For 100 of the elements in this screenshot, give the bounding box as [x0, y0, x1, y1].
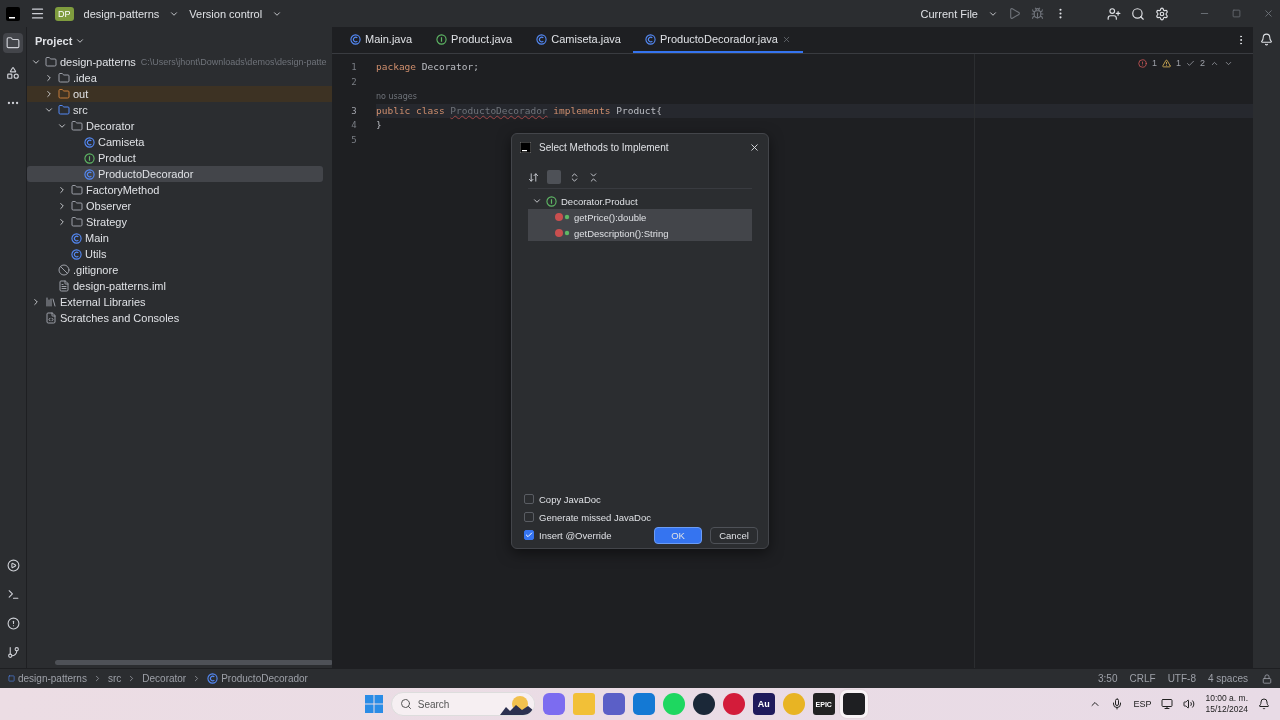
expand-all-icon[interactable] [569, 171, 580, 183]
cancel-button[interactable]: Cancel [710, 527, 758, 544]
menu-icon[interactable] [30, 6, 45, 21]
tree-item[interactable]: Scratches and Consoles [27, 310, 332, 326]
tree-item[interactable]: design-patterns C:\Users\jhont\Downloads\demos\design-patte [27, 54, 332, 70]
usage-hint: no usages [376, 92, 417, 101]
chevron-down-icon[interactable] [532, 196, 542, 206]
notifications-icon[interactable] [1258, 698, 1270, 710]
tree-item[interactable]: External Libraries [27, 294, 332, 310]
weak-warning-count[interactable]: 2 [1200, 58, 1205, 68]
debug-icon[interactable] [1031, 7, 1044, 20]
add-user-icon[interactable] [1107, 6, 1121, 21]
editor-tab[interactable]: Camiseta.java [524, 27, 633, 53]
status-item[interactable]: UTF-8 [1167, 673, 1196, 684]
tree-item[interactable]: Decorator.Product [528, 193, 752, 209]
tree-item[interactable]: Strategy [27, 214, 332, 230]
editor-tab[interactable]: Product.java [424, 27, 525, 53]
tree-item[interactable]: Camiseta [27, 134, 332, 150]
project-tool-icon[interactable] [3, 33, 23, 53]
tree-item[interactable]: Product [27, 150, 332, 166]
class-icon [536, 33, 548, 45]
notifications-icon[interactable] [1260, 33, 1273, 46]
taskbar-app[interactable] [692, 693, 715, 715]
interface-icon [436, 33, 448, 45]
tree-item-label: out [73, 88, 89, 100]
abstract-method-icon [554, 212, 570, 222]
method-item[interactable]: getPrice():double [528, 209, 752, 225]
volume-icon[interactable] [1183, 698, 1196, 710]
error-count[interactable]: 1 [1151, 58, 1157, 68]
toggle-button[interactable] [547, 170, 561, 184]
tree-item-label: design-patterns.iml [73, 280, 166, 292]
microphone-icon[interactable] [1111, 698, 1124, 710]
class-icon [84, 168, 95, 180]
check-icon [525, 531, 533, 539]
close-tab-icon[interactable] [781, 34, 791, 44]
code-line: } [376, 119, 382, 130]
tree-item[interactable]: FactoryMethod [27, 182, 332, 198]
breadcrumb[interactable]: ProductoDecorador [207, 673, 308, 684]
collapse-all-icon[interactable] [588, 171, 599, 183]
tree-item-label: .idea [73, 72, 97, 84]
method-item[interactable]: getDescription():String [528, 225, 752, 241]
tree-item[interactable]: .gitignore [27, 262, 332, 278]
run-config[interactable]: Current File [920, 7, 978, 20]
tree-item[interactable]: src [27, 102, 332, 118]
language-indicator[interactable]: ESP [1133, 699, 1152, 709]
taskbar-app[interactable]: Au [752, 693, 775, 715]
search-icon[interactable] [1131, 6, 1145, 21]
settings-icon[interactable] [1155, 6, 1169, 21]
warning-count[interactable]: 1 [1175, 58, 1181, 68]
start-icon[interactable] [364, 695, 383, 713]
check-icon [1186, 58, 1195, 68]
dialog-title: Select Methods to Implement [539, 141, 670, 153]
tree-item-label: Observer [86, 200, 132, 212]
tree-item-label: Product [98, 152, 136, 164]
tree-item-label: Strategy [86, 216, 127, 228]
checkbox-option[interactable]: Generate missed JavaDoc [524, 510, 651, 524]
scrollbar[interactable] [55, 660, 333, 665]
ok-button[interactable]: OK [654, 527, 702, 544]
sort-icon[interactable] [528, 171, 539, 183]
tree-item[interactable]: Utils [27, 246, 332, 262]
tree-item-label: FactoryMethod [86, 184, 160, 196]
clock[interactable]: 10:00 a. m. 15/12/2024 [1205, 693, 1248, 715]
tree-item[interactable]: Decorator [27, 118, 332, 134]
interface-icon [546, 195, 557, 207]
tree-item[interactable]: .idea [27, 70, 332, 86]
app-logo[interactable] [6, 6, 20, 21]
tree-item[interactable]: design-patterns.iml [27, 278, 332, 294]
search-field[interactable]: Search [390, 692, 535, 716]
scratch-icon [45, 312, 57, 324]
close-icon[interactable] [749, 141, 760, 153]
tree-item[interactable]: ProductoDecorador [27, 166, 323, 182]
tree-item-label: Main [85, 232, 109, 244]
line-number: 1 [350, 61, 358, 74]
tree-item[interactable]: out [27, 86, 332, 102]
lock-icon[interactable] [1262, 673, 1272, 684]
tree-item[interactable]: Observer [27, 198, 332, 214]
chevron-down-icon[interactable] [31, 57, 41, 67]
project-switcher[interactable]: design-patterns [83, 7, 160, 20]
ignore-file-icon [58, 264, 70, 276]
tree-item-label: .gitignore [73, 264, 119, 276]
checkbox-option[interactable]: Copy JavaDoc [524, 492, 601, 506]
status-item[interactable]: 4 spaces [1207, 673, 1248, 684]
class-icon [350, 33, 361, 45]
editor-tab[interactable]: ProductoDecorador.java [632, 27, 803, 53]
breadcrumb[interactable]: design-patterns [8, 673, 87, 684]
status-item[interactable]: CRLF [1129, 673, 1156, 684]
tree-item-label: ProductoDecorador [98, 168, 194, 180]
editor-tab[interactable]: Main.java [338, 27, 425, 53]
status-item[interactable]: 3:50 [1098, 673, 1118, 684]
checkbox-option[interactable]: Insert @Override [524, 528, 612, 542]
breadcrumb[interactable]: Decorator [142, 673, 187, 684]
tree-item[interactable]: Main [27, 230, 332, 246]
vcs-menu[interactable]: Version control [189, 7, 263, 20]
tree-item-label: Decorator [86, 120, 135, 132]
breadcrumb[interactable]: src [107, 673, 122, 684]
run-icon[interactable] [1008, 7, 1021, 20]
tree-item-label: src [73, 104, 88, 116]
project-view-selector[interactable]: Project [35, 34, 73, 47]
network-icon[interactable] [1161, 698, 1174, 710]
chevron-right-icon[interactable] [31, 297, 41, 307]
